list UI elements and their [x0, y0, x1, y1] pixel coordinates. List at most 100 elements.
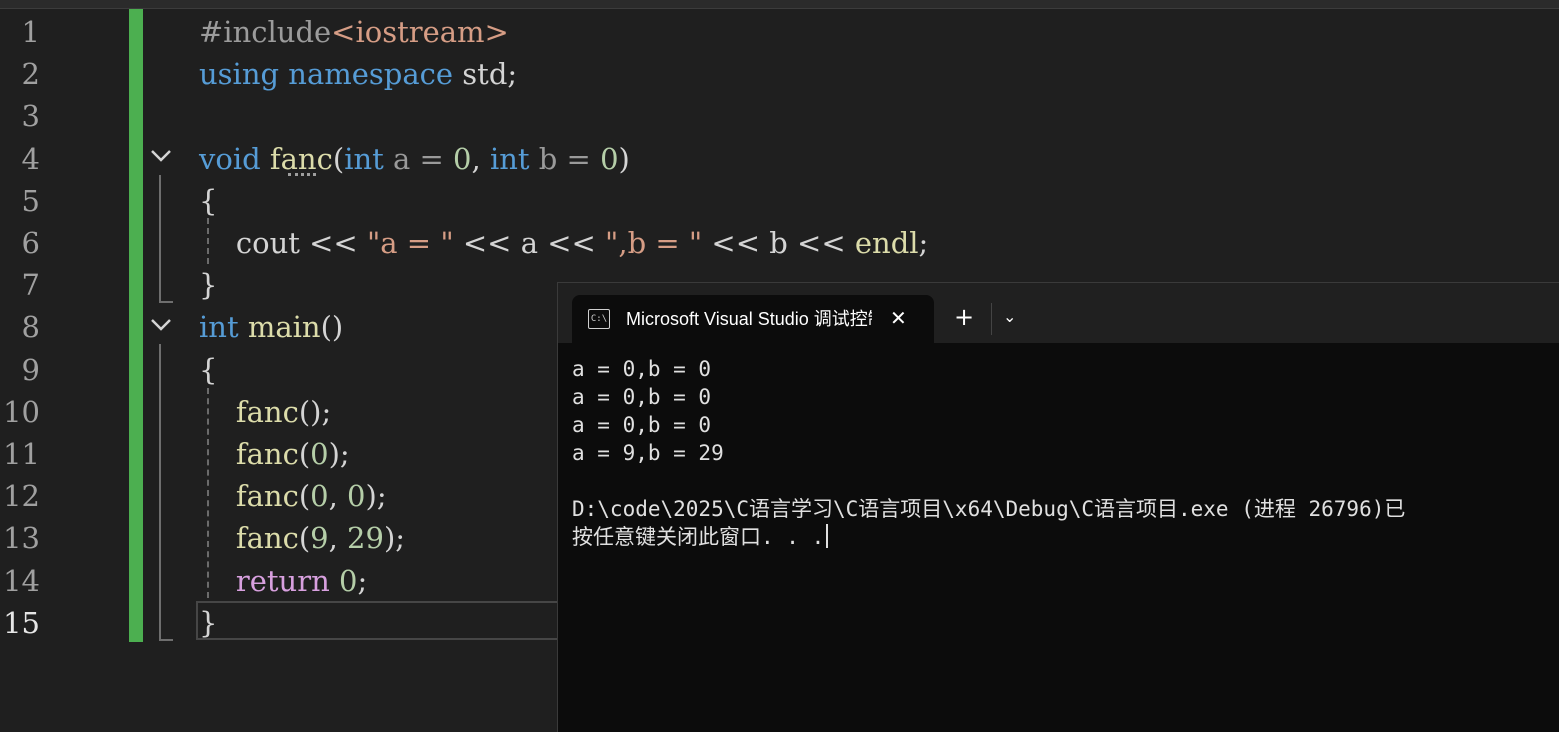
code-token: void [199, 141, 261, 176]
code-token: ( [298, 437, 311, 471]
new-tab-button[interactable]: + [954, 295, 974, 343]
code-token: () [320, 310, 344, 345]
code-token: return [235, 563, 330, 598]
code-text: fanc(0, 0); [199, 475, 387, 517]
line-number: 2 [21, 57, 40, 92]
line-number: 1 [21, 15, 40, 49]
close-icon[interactable]: ✕ [890, 295, 907, 343]
code-token: fanc [235, 479, 299, 514]
console-output-text: 按任意键关闭此窗口. . . [572, 525, 825, 549]
console-tab[interactable]: C:\ Microsoft Visual Studio 调试控制台 ✕ [572, 295, 934, 343]
tab-separator [991, 303, 992, 335]
fold-region-end [159, 639, 173, 641]
code-token: ; [918, 226, 929, 260]
terminal-icon: C:\ [588, 309, 610, 329]
code-token: "a = " [366, 226, 454, 260]
code-line[interactable]: 3 [0, 95, 1559, 137]
code-token: ( [332, 141, 345, 176]
line-number: 3 [21, 99, 40, 134]
console-tab-title: Microsoft Visual Studio 调试控制台 [626, 309, 872, 329]
code-token: fanc [235, 437, 299, 471]
code-token: ( [298, 479, 311, 514]
code-text: using namespace std; [199, 53, 517, 95]
code-token: } [199, 268, 218, 303]
code-line[interactable]: 5{ [0, 180, 1559, 222]
console-tab-bar: C:\ Microsoft Visual Studio 调试控制台 ✕ + ⌄ [558, 283, 1559, 343]
code-token: 0 [310, 479, 329, 514]
line-number: 13 [3, 521, 40, 556]
code-token: ( [298, 521, 311, 556]
code-text: { [199, 180, 217, 222]
code-token: 0 [347, 479, 366, 514]
code-line[interactable]: 4 void fanc(int a = 0, int b = 0) [0, 138, 1559, 180]
console-output-line: a = 0,b = 0 [572, 383, 1559, 411]
line-number: 11 [3, 437, 40, 471]
code-token: << a << [453, 226, 606, 260]
line-number: 4 [21, 141, 40, 176]
code-text: int main() [199, 306, 343, 348]
code-token: ); [365, 479, 387, 514]
code-token: 0 [453, 141, 472, 176]
code-token: ; [357, 563, 368, 598]
code-token: 0 [339, 563, 358, 598]
line-number: 15 [3, 605, 40, 640]
console-output-text: a = 0,b = 0 [572, 357, 712, 381]
code-token: using [199, 57, 280, 92]
code-token: b = [529, 141, 601, 176]
code-token: { [199, 183, 218, 218]
console-output-line: a = 9,b = 29 [572, 439, 1559, 467]
code-token: #include [199, 15, 332, 49]
code-token: endl [854, 226, 919, 260]
chevron-down-icon[interactable] [148, 143, 174, 169]
code-text: { [199, 349, 217, 391]
code-token: int [344, 141, 384, 176]
code-token: , [328, 479, 348, 514]
line-number: 14 [3, 563, 40, 598]
line-number: 5 [21, 183, 40, 218]
code-token: << b << [702, 226, 855, 260]
line-number: 7 [21, 268, 40, 303]
code-line[interactable]: 1 #include<iostream> [0, 11, 1559, 53]
code-token: main [247, 310, 321, 345]
chevron-down-icon[interactable]: ⌄ [1003, 295, 1016, 343]
fold-region-end [159, 301, 173, 303]
text-cursor [826, 524, 829, 548]
code-token: (); [298, 394, 332, 429]
console-output-text: D:\code\2025\C语言学习\C语言项目\x64\Debug\C语言项目… [572, 497, 1406, 521]
code-text: fanc(9, 29); [199, 517, 405, 559]
fold-region-line [159, 175, 161, 303]
code-token: 29 [347, 521, 384, 556]
code-text: fanc(0); [199, 433, 350, 475]
line-number: 8 [21, 310, 40, 345]
debug-console-window[interactable]: C:\ Microsoft Visual Studio 调试控制台 ✕ + ⌄ … [557, 282, 1559, 732]
line-number: 12 [3, 479, 40, 514]
code-token: 0 [310, 437, 329, 471]
chevron-down-icon[interactable] [148, 312, 174, 338]
code-token: ) [618, 141, 630, 176]
code-token: int [489, 141, 530, 176]
code-text: void fanc(int a = 0, int b = 0) [199, 138, 630, 180]
code-token: int [199, 310, 239, 345]
code-text: #include<iostream> [199, 11, 509, 53]
code-token: , [471, 141, 490, 176]
code-line[interactable]: 2 using namespace std; [0, 53, 1559, 95]
console-output-line: 按任意键关闭此窗口. . . [572, 523, 1559, 551]
code-line[interactable]: 6 cout << "a = " << a << ",b = " << b <<… [0, 222, 1559, 264]
line-number: 6 [21, 226, 40, 260]
code-text: fanc(); [199, 391, 331, 433]
code-token: { [199, 352, 218, 387]
editor-tab-strip [0, 0, 1559, 9]
code-token: a = [383, 141, 454, 176]
code-token: std; [453, 57, 518, 92]
code-token: <iostream> [331, 15, 509, 49]
console-output[interactable]: a = 0,b = 0 a = 0,b = 0 a = 0,b = 0 a = 9,b… [572, 355, 1559, 551]
code-token: ",b = " [605, 226, 703, 260]
console-output-text: a = 0,b = 0 [572, 385, 712, 409]
fold-region-line [159, 344, 161, 641]
